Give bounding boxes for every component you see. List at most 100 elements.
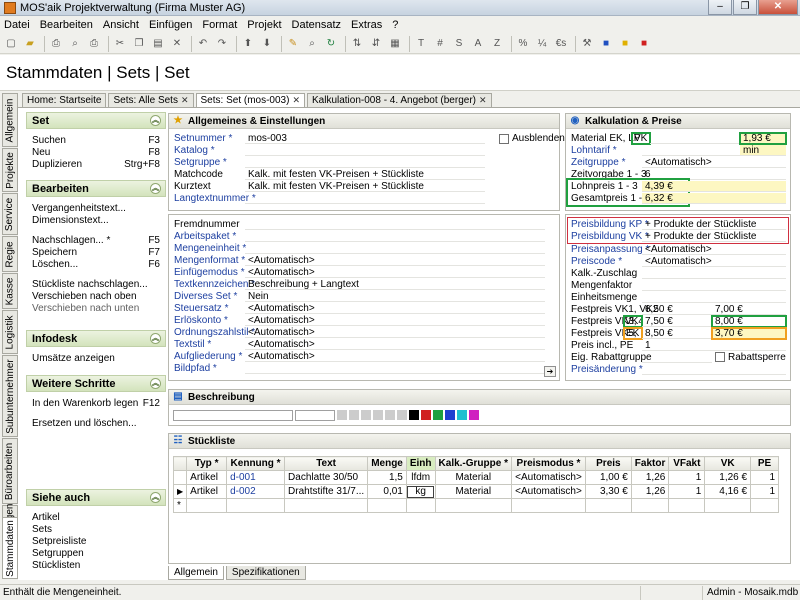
field-label[interactable]: Diverses Set * [169, 291, 245, 302]
festpreis-vk5-field[interactable]: 8,50 € [642, 328, 712, 339]
preisanpassung-field[interactable]: <Automatisch> [642, 244, 786, 255]
cell-text[interactable]: Dachlatte 30/50 [284, 470, 369, 485]
zeitvorgabe-field[interactable]: 6 [642, 169, 786, 180]
lohnpreis-field[interactable]: 4,39 € [642, 181, 786, 192]
sidebar-link-setgruppen[interactable]: Setgruppen [26, 548, 166, 560]
minimize-button[interactable]: – [708, 0, 732, 15]
column-header[interactable]: Menge [367, 456, 407, 471]
vtab-projekte[interactable]: Projekte [2, 148, 18, 192]
sidebar-item-warenkorb[interactable]: In den Warenkorb legen F12 [26, 398, 166, 410]
field-label[interactable]: Steuersatz * [169, 303, 245, 314]
color-magenta-swatch[interactable] [469, 410, 479, 420]
ausblenden-checkbox[interactable]: Ausblenden [499, 133, 565, 144]
field-label[interactable]: Einfügemodus * [169, 267, 245, 278]
field-label[interactable]: Aufgliederung * [169, 351, 245, 362]
menu-datensatz[interactable]: Datensatz [292, 19, 342, 31]
cell-vk[interactable]: 4,16 € [704, 484, 752, 499]
preiscode-field[interactable]: <Automatisch> [642, 256, 786, 267]
menu-bearbeiten[interactable]: Bearbeiten [40, 19, 93, 31]
redo-icon[interactable]: ↷ [214, 36, 230, 52]
sidebar-item-ersetzen[interactable]: Ersetzen und löschen... [26, 418, 166, 430]
field-value[interactable]: <Automatisch> [245, 351, 545, 362]
sidebar-link-artikel[interactable]: Artikel [26, 512, 166, 524]
field-label[interactable]: Zeitgruppe * [566, 157, 642, 168]
text-a-icon[interactable]: A [470, 36, 486, 52]
sidebar-heading[interactable]: Weitere Schritte ︽ [26, 375, 166, 392]
cell-faktor[interactable]: 1,26 [630, 484, 670, 499]
menu-einfuegen[interactable]: Einfügen [149, 19, 192, 31]
field-label[interactable]: Mengeneinheit * [169, 243, 246, 254]
column-header[interactable]: VFakt [668, 456, 706, 471]
menu-projekt[interactable]: Projekt [247, 19, 281, 31]
print-setup-icon[interactable]: ⎙ [86, 36, 102, 52]
column-header[interactable]: VK [704, 456, 752, 471]
field-label[interactable]: Erlöskonto * [169, 315, 245, 326]
checkbox-box[interactable] [499, 133, 509, 144]
cell-kennung[interactable]: d-002 [226, 484, 286, 499]
material-lp-field[interactable]: 1,93 € [739, 132, 787, 145]
field-value[interactable]: <Automatisch> [245, 303, 545, 314]
cell-pe[interactable]: 1 [750, 484, 779, 499]
field-label[interactable]: Katalog * [169, 145, 245, 156]
cell-preismodus[interactable]: <Automatisch> [511, 484, 586, 499]
cell-preismodus[interactable]: <Automatisch> [511, 470, 586, 485]
festpreis-vk2-field[interactable]: 7,00 € [712, 304, 786, 315]
open-icon[interactable]: ▰ [22, 36, 38, 52]
align-left-icon[interactable] [373, 410, 383, 420]
sidebar-item-verschieben-unten[interactable]: Verschieben nach unten [26, 303, 166, 315]
color-red-swatch[interactable] [421, 410, 431, 420]
cell-typ[interactable]: Artikel [186, 470, 228, 485]
arrow-down-icon[interactable]: ⬇ [259, 36, 275, 52]
sidebar-item-umsaetze[interactable]: Umsätze anzeigen [26, 353, 166, 365]
field-value[interactable] [245, 157, 485, 168]
cell-pe[interactable]: 1 [750, 470, 779, 485]
column-header[interactable]: Kennung * [226, 456, 286, 471]
column-header[interactable]: Preismodus * [511, 456, 586, 471]
field-value[interactable]: Kalk. mit festen VK-Preisen + Stückliste [245, 169, 485, 180]
column-header[interactable]: Typ * [186, 456, 228, 471]
delete-icon[interactable]: ✕ [169, 36, 185, 52]
new-row-marker[interactable]: * [172, 498, 188, 513]
field-value[interactable] [245, 231, 545, 242]
vtab-subunternehmer[interactable]: Subunternehmer [2, 355, 18, 437]
lock-red-icon[interactable]: ■ [636, 36, 652, 52]
field-label[interactable]: Preisanpassung * [566, 244, 649, 255]
font-select[interactable] [173, 409, 293, 421]
lohntarif-unit[interactable]: min [740, 145, 786, 156]
vtab-service[interactable]: Service [2, 193, 18, 235]
vtab-kasse[interactable]: Kasse [2, 273, 18, 309]
close-tab-icon[interactable]: ✕ [181, 94, 189, 107]
chevron-up-icon[interactable]: ︽ [150, 378, 161, 389]
field-value[interactable] [245, 243, 545, 254]
vtab-logistik[interactable]: Logistik [2, 310, 18, 354]
row-selector[interactable]: ▶ [172, 484, 188, 499]
field-value[interactable]: Beschreibung + Langtext [245, 279, 545, 290]
align-center-icon[interactable] [385, 410, 395, 420]
field-label[interactable]: Preisbildung KP * [566, 219, 649, 230]
grid-icon[interactable]: ▦ [387, 36, 403, 52]
cell-vfakt[interactable]: 1 [668, 470, 706, 485]
field-label[interactable]: Textkennzeichen * [169, 279, 255, 290]
cell-preis[interactable]: 3,30 € [584, 484, 632, 499]
sidebar-link-sets[interactable]: Sets [26, 524, 166, 536]
field-label[interactable]: Setnummer * [169, 133, 245, 144]
cell-menge[interactable]: 0,01 [367, 484, 407, 499]
sidebar-link-setpreisliste[interactable]: Setpreisliste [26, 536, 166, 548]
cell-einh[interactable]: kg [405, 484, 436, 499]
bold-icon[interactable] [337, 410, 347, 420]
arrow-up-icon[interactable]: ⬆ [240, 36, 256, 52]
print-preview-icon[interactable]: ⌕ [67, 36, 83, 52]
color-green-swatch[interactable] [433, 410, 443, 420]
italic-icon[interactable] [349, 410, 359, 420]
column-header[interactable]: Einh [405, 456, 436, 471]
column-header[interactable]: Preis [584, 456, 632, 471]
vtab-bueroarbeiten[interactable]: Büroarbeiten [2, 438, 18, 504]
sidebar-item-nachschlagen[interactable]: Nachschlagen... * F5 [26, 235, 166, 247]
field-label[interactable]: Bildpfad * [169, 363, 245, 374]
cell-faktor[interactable]: 1,26 [630, 470, 670, 485]
festpreis-ek-field[interactable]: 3,70 € [711, 327, 787, 340]
field-label[interactable]: Ordnungszahlstil * [169, 327, 255, 338]
material-ek-field[interactable] [650, 133, 740, 144]
cell-einh[interactable]: lfdm [405, 470, 436, 485]
lock-yellow-icon[interactable]: ■ [617, 36, 633, 52]
